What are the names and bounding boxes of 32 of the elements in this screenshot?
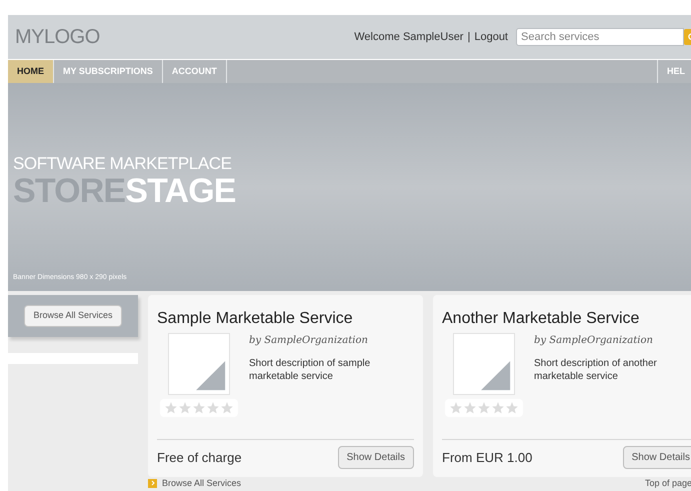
browse-all-services-button[interactable]: Browse All Services [24,305,122,327]
placeholder-image-icon [453,333,515,395]
search-field[interactable]: Search services [516,28,684,46]
logo: MYLOGO [15,25,100,50]
vendor-name: by SampleOrganization [534,334,654,348]
separator: | [467,30,470,45]
star-icon [449,401,463,415]
nav-tab[interactable]: HOME [8,60,54,83]
star-icon [206,401,220,415]
star-icon [491,401,505,415]
star-icon [477,401,491,415]
star-icon [463,401,477,415]
welcome-text: Welcome SampleUser [354,30,464,45]
placeholder-image-icon [168,333,230,395]
service-title: Sample Marketable Service [157,309,354,329]
star-icon [220,401,234,415]
star-icon [505,401,519,415]
service-price: From EUR 1.00 [442,448,532,467]
service-description: Short description of another marketable service [534,357,658,383]
arrow-icon [148,478,157,488]
show-details-button[interactable]: Show Details [622,446,691,469]
service-description: Short description of sample marketable service [249,357,372,383]
banner-title-bold: STAGE [125,173,236,209]
vendor-name: by SampleOrganization [249,334,369,348]
banner-kicker: SOFTWARE MARKETPLACE [13,155,233,173]
star-icon [192,401,206,415]
logout-link[interactable]: Logout [474,28,508,46]
show-details-button[interactable]: Show Details [338,446,414,469]
service-title: Another Marketable Service [442,309,640,329]
star-icon [178,401,192,415]
star-icon [164,401,178,415]
service-price: Free of charge [157,448,242,467]
